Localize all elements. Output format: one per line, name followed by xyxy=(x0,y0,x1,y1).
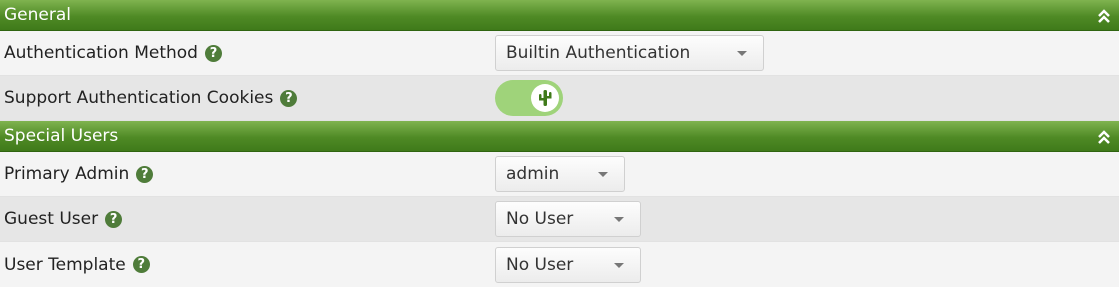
setting-row-auth-method: Authentication Method ? Builtin Authenti… xyxy=(0,31,1119,76)
auth-method-label: Authentication Method xyxy=(4,43,198,63)
primary-admin-value: admin xyxy=(506,164,560,184)
setting-row-auth-cookies: Support Authentication Cookies ? xyxy=(0,76,1119,121)
setting-row-user-template: User Template ? No User xyxy=(0,242,1119,287)
setting-label-user-template: User Template ? xyxy=(0,255,495,275)
cactus-icon xyxy=(539,90,552,106)
user-template-select[interactable]: No User xyxy=(495,246,641,283)
auth-cookies-label: Support Authentication Cookies xyxy=(4,88,274,108)
setting-label-auth-method: Authentication Method ? xyxy=(0,43,495,63)
double-chevron-up-icon[interactable] xyxy=(1097,8,1111,24)
section-header-general[interactable]: General xyxy=(0,0,1119,31)
auth-method-select[interactable]: Builtin Authentication xyxy=(495,35,764,71)
help-icon[interactable]: ? xyxy=(105,210,123,228)
guest-user-label: Guest User xyxy=(4,209,99,229)
chevron-down-icon xyxy=(614,262,624,268)
toggle-knob[interactable] xyxy=(531,84,559,112)
double-chevron-up-icon[interactable] xyxy=(1097,129,1111,145)
help-icon[interactable]: ? xyxy=(204,44,222,62)
help-icon[interactable]: ? xyxy=(132,256,150,273)
chevron-down-icon xyxy=(737,51,747,56)
primary-admin-select[interactable]: admin xyxy=(495,156,625,192)
section-title-general: General xyxy=(4,5,71,25)
setting-label-auth-cookies: Support Authentication Cookies ? xyxy=(0,88,495,108)
help-icon[interactable]: ? xyxy=(136,165,154,183)
setting-row-guest-user: Guest User ? No User xyxy=(0,197,1119,242)
help-icon[interactable]: ? xyxy=(280,89,298,107)
primary-admin-label: Primary Admin xyxy=(4,164,130,184)
auth-cookies-toggle[interactable] xyxy=(495,80,563,116)
setting-label-primary-admin: Primary Admin ? xyxy=(0,164,495,184)
section-header-special-users[interactable]: Special Users xyxy=(0,121,1119,152)
chevron-down-icon xyxy=(598,172,608,177)
auth-method-value: Builtin Authentication xyxy=(506,43,691,63)
section-title-special-users: Special Users xyxy=(4,126,119,146)
chevron-down-icon xyxy=(614,217,624,222)
user-template-value: No User xyxy=(506,254,574,275)
user-template-label: User Template xyxy=(4,254,126,275)
guest-user-value: No User xyxy=(506,209,574,229)
setting-label-guest-user: Guest User ? xyxy=(0,209,495,229)
guest-user-select[interactable]: No User xyxy=(495,201,641,237)
setting-row-primary-admin: Primary Admin ? admin xyxy=(0,152,1119,197)
